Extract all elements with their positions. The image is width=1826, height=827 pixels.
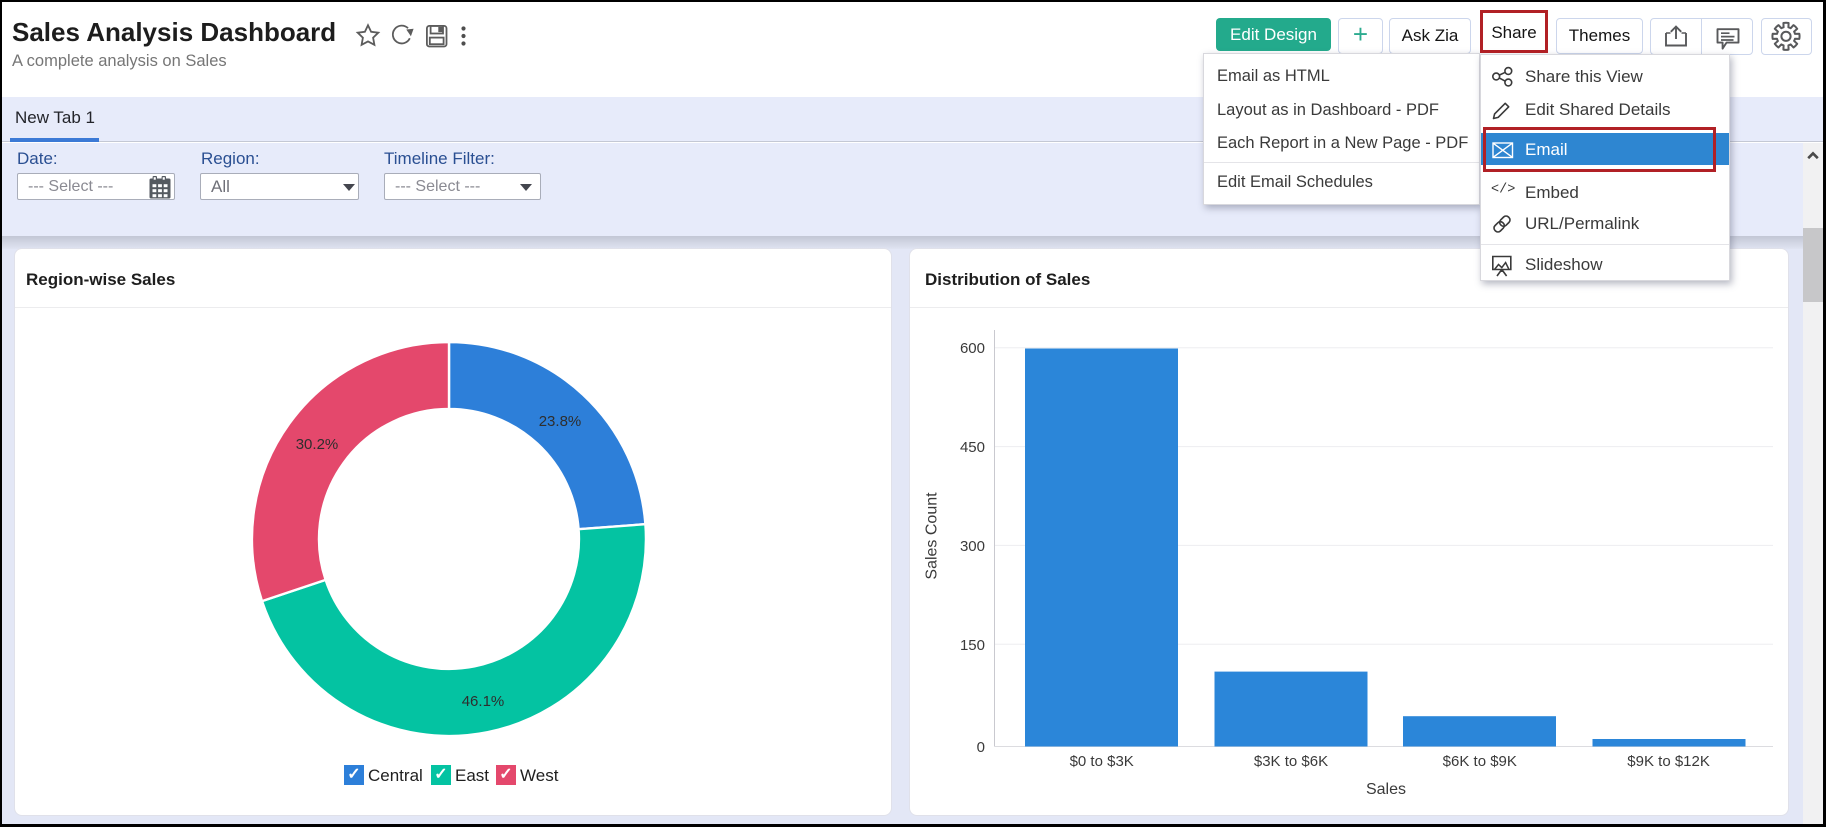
svg-text:</>: </>	[1491, 183, 1515, 198]
svg-text:$6K to $9K: $6K to $9K	[1443, 753, 1517, 770]
svg-text:$9K to $12K: $9K to $12K	[1627, 753, 1710, 770]
svg-text:30.2%: 30.2%	[296, 436, 339, 453]
svg-text:0: 0	[977, 739, 985, 756]
svg-text:$3K to $6K: $3K to $6K	[1254, 753, 1328, 770]
svg-text:$0 to $3K: $0 to $3K	[1070, 753, 1134, 770]
svg-text:Sales: Sales	[1366, 781, 1406, 798]
svg-text:450: 450	[960, 439, 985, 456]
svg-text:46.1%: 46.1%	[462, 693, 505, 710]
svg-text:150: 150	[960, 637, 985, 654]
svg-text:Sales Count: Sales Count	[924, 492, 941, 580]
svg-text:300: 300	[960, 538, 985, 555]
svg-text:600: 600	[960, 340, 985, 357]
svg-text:23.8%: 23.8%	[539, 413, 582, 430]
